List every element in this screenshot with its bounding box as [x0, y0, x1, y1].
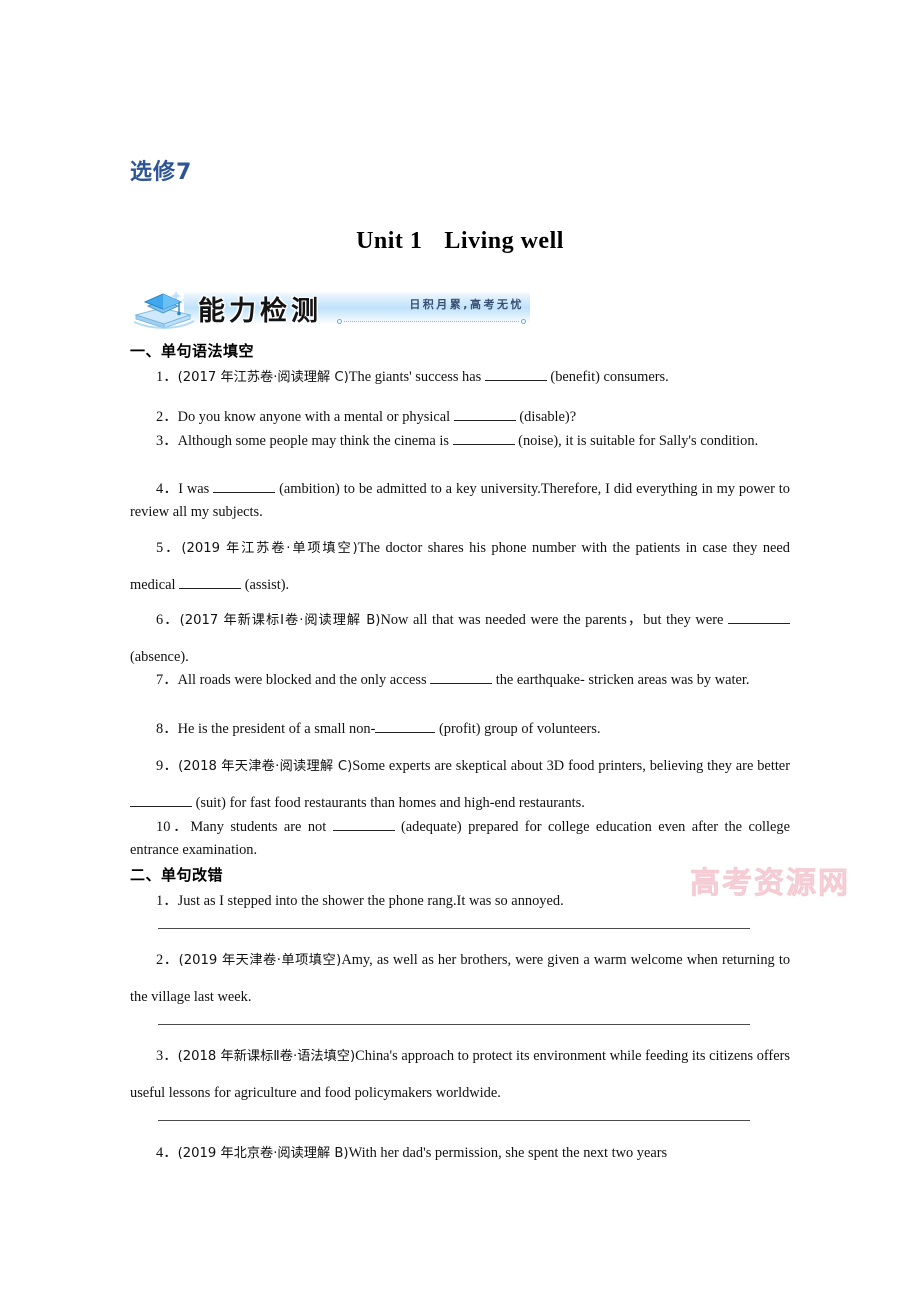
worksheet-page: 高考资源网 选修7 Unit 1 Living well 能力检测 日积月累,高… [0, 0, 920, 1302]
graduation-cap-book-icon [133, 291, 195, 329]
question-number: 1． [156, 893, 178, 909]
answer-blank[interactable] [375, 718, 436, 733]
question-item: 1．(2017 年江苏卷·阅读理解 C)The giants' success … [130, 366, 790, 389]
question-number: 5． [156, 540, 182, 556]
banner-motto: 日积月累,高考无忧 [409, 298, 524, 311]
question-text: Just as I stepped into the shower the ph… [177, 893, 564, 909]
question-number: 7． [156, 672, 178, 688]
question-source: (2019 年天津卷·单项填空) [178, 953, 342, 968]
answer-blank[interactable] [453, 406, 516, 421]
question-source: (2017 年江苏卷·阅读理解 C) [177, 370, 349, 385]
question-item: 9．(2018 年天津卷·阅读理解 C)Some experts are ske… [130, 748, 790, 822]
question-text-before: I was [178, 481, 214, 497]
question-item: 7．All roads were blocked and the only ac… [130, 669, 790, 692]
question-text-after: (noise), it is suitable for Sally's cond… [514, 433, 759, 449]
answer-blank[interactable] [727, 609, 790, 624]
question-text-before: Although some people may think the cinem… [177, 433, 453, 449]
correction-item: 1．Just as I stepped into the shower the … [130, 890, 790, 913]
question-number: 1． [156, 369, 178, 385]
question-number: 4． [156, 1145, 178, 1161]
question-text-after: (benefit) consumers. [546, 369, 669, 385]
question-item: 6．(2017 年新课标Ⅰ卷·阅读理解 B)Now all that was n… [130, 602, 790, 676]
question-source: (2018 年天津卷·阅读理解 C) [178, 759, 353, 774]
volume-label: 选修7 [130, 160, 193, 185]
banner-title: 能力检测 [198, 296, 322, 327]
answer-blank[interactable] [484, 366, 547, 381]
question-item: 4．I was (ambition) to be admitted to a k… [130, 478, 790, 524]
banner-dotted-rule [337, 319, 526, 324]
answer-blank[interactable] [213, 478, 276, 493]
answer-rule[interactable] [158, 1120, 750, 1121]
banner-dot-line [344, 321, 519, 322]
question-number: 4． [156, 481, 179, 497]
question-text-before: Do you know anyone with a mental or phys… [177, 409, 454, 425]
question-item: 8．He is the president of a small non- (p… [130, 718, 790, 741]
correction-item: 3．(2018 年新课标Ⅱ卷·语法填空)China's approach to … [130, 1038, 790, 1112]
question-number: 3． [156, 433, 178, 449]
question-source: (2019 年北京卷·阅读理解 B) [177, 1146, 349, 1161]
answer-blank[interactable] [130, 792, 192, 807]
question-text-after: (suit) for fast food restaurants than ho… [192, 795, 585, 811]
question-text-after: (assist). [241, 577, 290, 593]
question-number: 6． [156, 612, 180, 628]
question-number: 10． [156, 819, 191, 835]
question-text-before: The giants' success has [348, 369, 485, 385]
section-heading-grammar-fill: 一、单句语法填空 [130, 342, 255, 360]
question-number: 3． [156, 1048, 178, 1064]
question-text-before: Many students are not [190, 819, 333, 835]
question-text-after: (disable)? [515, 409, 577, 425]
banner-dot-left [337, 319, 342, 324]
unit-number: Unit 1 [356, 228, 423, 254]
unit-name: Living well [444, 228, 564, 254]
question-number: 2． [156, 409, 178, 425]
question-text-after: the earthquake- stricken areas was by wa… [492, 672, 750, 688]
page-title: Unit 1 Living well [0, 228, 920, 255]
correction-item: 4．(2019 年北京卷·阅读理解 B)With her dad's permi… [130, 1142, 790, 1165]
question-text-before: Some experts are skeptical about 3D food… [352, 758, 790, 774]
answer-blank[interactable] [179, 574, 242, 589]
question-item: 3．Although some people may think the cin… [130, 430, 790, 453]
question-number: 2． [156, 952, 179, 968]
answer-blank[interactable] [332, 816, 395, 831]
question-source: (2017 年新课标Ⅰ卷·阅读理解 B) [179, 613, 381, 628]
question-item: 2．Do you know anyone with a mental or ph… [130, 406, 790, 429]
question-number: 9． [156, 758, 179, 774]
answer-rule[interactable] [158, 1024, 750, 1025]
answer-blank[interactable] [430, 669, 493, 684]
question-source: (2018 年新课标Ⅱ卷·语法填空) [177, 1049, 356, 1064]
question-item: 5．(2019 年江苏卷·单项填空)The doctor shares his … [130, 530, 790, 604]
question-text: With her dad's permission, she spent the… [348, 1145, 668, 1161]
question-text-before: All roads were blocked and the only acce… [177, 672, 431, 688]
question-text-after: (absence). [130, 649, 189, 665]
question-text-before: Now all that was needed were the parents… [380, 612, 728, 628]
section-banner: 能力检测 日积月累,高考无忧 [132, 288, 530, 330]
question-number: 8． [156, 721, 178, 737]
question-text-after: (profit) group of volunteers. [435, 721, 601, 737]
answer-blank[interactable] [452, 430, 515, 445]
question-text-before: He is the president of a small non- [177, 721, 376, 737]
section-heading-error-correction: 二、单句改错 [130, 866, 224, 884]
question-item: 10．Many students are not (adequate) prep… [130, 816, 790, 862]
correction-item: 2．(2019 年天津卷·单项填空)Amy, as well as her br… [130, 942, 790, 1016]
answer-rule[interactable] [158, 928, 750, 929]
banner-dot-right [521, 319, 526, 324]
question-source: (2019 年江苏卷·单项填空) [181, 541, 358, 556]
